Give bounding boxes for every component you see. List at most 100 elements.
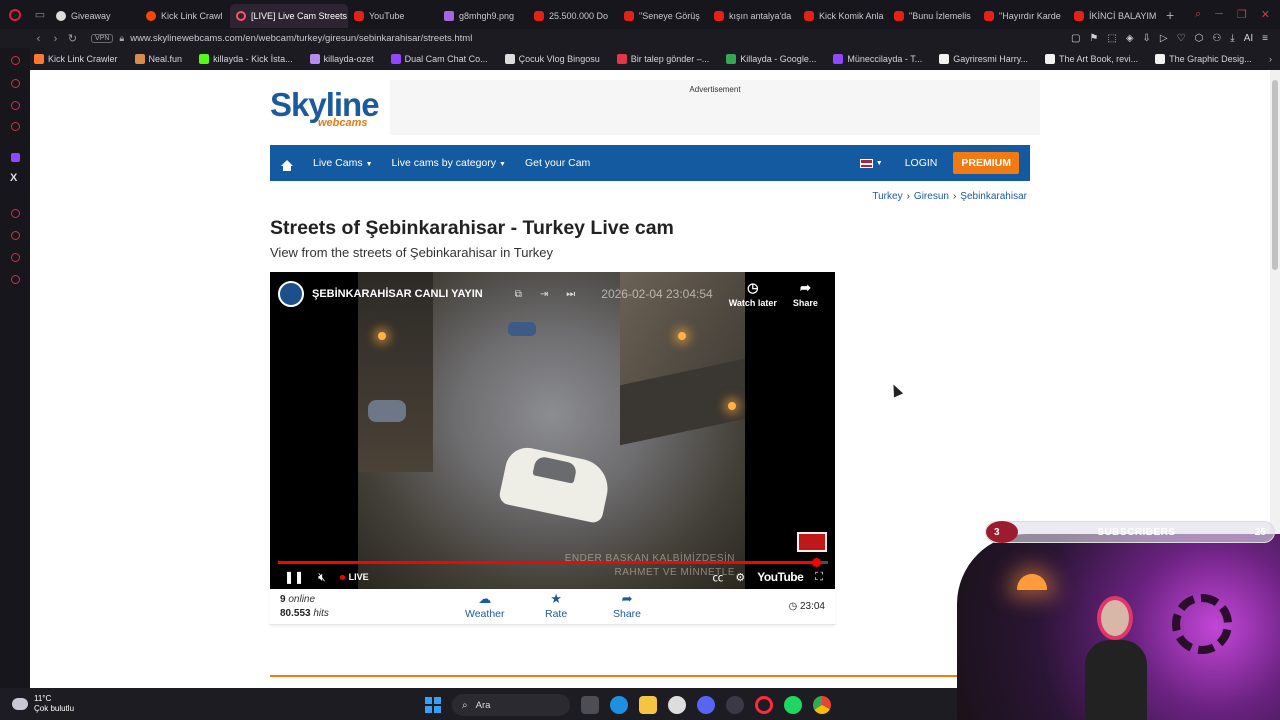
sidebar-history-icon[interactable] <box>11 231 20 240</box>
taskbar-search[interactable]: ⌕ Ara <box>452 694 570 716</box>
browser-tab[interactable]: 25.500.000 Do <box>528 4 618 28</box>
settings-app-icon[interactable] <box>668 696 686 714</box>
minimize-button[interactable]: ─ <box>1215 8 1223 21</box>
progress-bar[interactable] <box>278 558 828 567</box>
lock-icon[interactable]: 🔒︎ <box>119 33 124 44</box>
browser-tab[interactable]: Kick Komik Anla <box>798 4 888 28</box>
pause-button[interactable]: ❚❚ <box>284 570 304 584</box>
sidebar-settings-icon[interactable] <box>11 275 20 284</box>
task-view-icon[interactable] <box>581 696 599 714</box>
browser-tab[interactable]: YouTube <box>348 4 438 28</box>
bookmark-item[interactable]: Bir talep gönder –... <box>616 54 709 64</box>
browser-tab[interactable]: g8mhgh9.png <box>438 4 528 28</box>
skip-icon[interactable]: ⏭ <box>566 289 575 300</box>
edge-icon[interactable] <box>610 696 628 714</box>
popout-icon[interactable]: ⧉ <box>515 289 522 300</box>
skyline-logo[interactable]: Skyline webcams <box>270 88 380 130</box>
vpn-badge[interactable]: VPN <box>91 34 114 43</box>
live-badge[interactable]: LIVE <box>340 572 369 582</box>
discord-icon[interactable] <box>697 696 715 714</box>
url-field[interactable]: www.skylinewebcams.com/en/webcam/turkey/… <box>130 33 472 44</box>
share-button[interactable]: ➦ Share <box>613 591 641 620</box>
heart-icon[interactable]: ♡ <box>1177 33 1186 44</box>
bookmark-item[interactable]: The Art Book, revi... <box>1045 54 1138 64</box>
snapshot-icon[interactable]: ⬚ <box>1107 33 1116 44</box>
sidebar-instagram-icon[interactable] <box>11 122 20 131</box>
breadcrumb-city[interactable]: Şebinkarahisar <box>960 191 1027 202</box>
watch-later-button[interactable]: ◷ Watch later <box>729 280 777 308</box>
file-explorer-icon[interactable] <box>639 696 657 714</box>
weather-widget[interactable]: 11°C Çok bulutlu <box>12 694 74 714</box>
back-button[interactable]: ‹ <box>30 33 47 45</box>
bookmark-item[interactable]: killayda-ozet <box>309 54 374 64</box>
sidebar-chat-icon[interactable] <box>11 101 20 110</box>
bookmark-item[interactable]: Gayriresmi Harry... <box>939 54 1028 64</box>
opera-menu-icon[interactable] <box>0 0 30 29</box>
premium-button[interactable]: PREMIUM <box>953 152 1019 174</box>
bookmark-icon[interactable]: ⚑ <box>1089 33 1098 44</box>
browser-tab[interactable]: [LIVE] Live Cam Streets o <box>230 3 348 28</box>
nav-live-cams[interactable]: Live Cams ▼ <box>313 157 373 169</box>
menu-icon[interactable]: ≡ <box>1262 33 1268 44</box>
nav-get-cam[interactable]: Get your Cam <box>525 157 590 169</box>
browser-tab[interactable]: "Seneye Görüş <box>618 4 708 28</box>
weather-button[interactable]: ☁ Weather <box>465 591 505 620</box>
bookmark-item[interactable]: Killayda - Google... <box>726 54 816 64</box>
home-icon[interactable] <box>270 160 304 171</box>
download-icon[interactable]: ⇩ <box>1143 33 1151 44</box>
new-tab-button[interactable]: + <box>1158 7 1182 23</box>
browser-tab[interactable]: kışın antalya'da <box>708 4 798 28</box>
video-player[interactable]: ŞEBİNKARAHİSAR CANLI YAYIN ⧉ ⇥ ⏭ 2026-02… <box>270 272 835 589</box>
bookmark-item[interactable]: Dual Cam Chat Co... <box>390 54 488 64</box>
bookmark-item[interactable]: Kick Link Crawler <box>34 54 118 64</box>
enter-icon[interactable]: ⇥ <box>540 289 548 300</box>
bookmark-item[interactable]: Neal.fun <box>134 54 182 64</box>
mute-button[interactable]: 🔇︎ <box>318 570 326 585</box>
breadcrumb-country[interactable]: Turkey <box>872 191 902 202</box>
sidebar-extensions-icon[interactable] <box>11 253 20 262</box>
sidebar-twitch-icon[interactable] <box>11 153 20 162</box>
ai-icon[interactable]: AI <box>1244 33 1253 44</box>
search-tabs-icon[interactable]: ⌕ <box>1195 8 1201 21</box>
sidebar-player-icon[interactable] <box>11 79 20 88</box>
extensions-icon[interactable]: ⬡ <box>1195 33 1204 44</box>
bookmark-item[interactable]: Çocuk Vlog Bingosu <box>504 54 600 64</box>
youtube-logo[interactable]: YouTube <box>757 570 804 584</box>
nav-by-category[interactable]: Live cams by category ▼ <box>392 157 506 169</box>
close-window-button[interactable]: ✕ <box>1261 8 1270 21</box>
steam-icon[interactable] <box>726 696 744 714</box>
settings-gear-icon[interactable]: ⚙ <box>735 571 745 584</box>
browser-tab[interactable]: İKİNCİ BALAYIM <box>1068 4 1158 28</box>
sidebar-x-icon[interactable]: X <box>10 172 17 184</box>
language-caret-icon[interactable]: ▼ <box>876 160 883 167</box>
video-title[interactable]: ŞEBİNKARAHİSAR CANLI YAYIN <box>312 288 483 300</box>
browser-tab[interactable]: "Hayırdır Karde <box>978 4 1068 28</box>
sidebar-player2-icon[interactable] <box>11 209 20 218</box>
shield-icon[interactable]: ◈ <box>1126 33 1134 44</box>
scrollbar-thumb[interactable] <box>1272 80 1278 270</box>
uk-flag-icon[interactable] <box>859 158 873 168</box>
bookmark-item[interactable]: Müneccilayda - T... <box>833 54 922 64</box>
captions-icon[interactable]: ㏄ <box>712 569 723 585</box>
breadcrumb-region[interactable]: Giresun <box>914 191 949 202</box>
browser-tab[interactable]: Kick Link Crawl <box>140 4 230 28</box>
bookmark-item[interactable]: killayda - Kick İsta... <box>199 54 293 64</box>
reader-icon[interactable]: ▢ <box>1071 33 1080 44</box>
video-share-button[interactable]: ➦ Share <box>793 280 818 308</box>
browser-tab[interactable]: "Bunu İzlemelis <box>888 4 978 28</box>
opera-gx-icon[interactable] <box>755 696 773 714</box>
spotify-icon[interactable] <box>784 696 802 714</box>
tab-workspace-icon[interactable]: ▭ <box>30 0 50 29</box>
sidebar-messenger-icon[interactable] <box>11 56 20 65</box>
account-icon[interactable]: ⚇ <box>1212 33 1221 44</box>
maximize-button[interactable]: ❐ <box>1237 8 1247 21</box>
play-icon[interactable]: ▷ <box>1160 33 1168 44</box>
chrome-icon[interactable] <box>813 696 831 714</box>
windows-start-icon[interactable] <box>425 697 441 713</box>
forward-button[interactable]: › <box>47 33 64 45</box>
login-link[interactable]: LOGIN <box>905 157 938 169</box>
channel-avatar[interactable] <box>278 281 304 307</box>
browser-tab[interactable]: Giveaway <box>50 4 140 28</box>
fullscreen-icon[interactable]: ⛶ <box>815 571 823 584</box>
bookmark-item[interactable]: The Graphic Desig... <box>1155 54 1252 64</box>
